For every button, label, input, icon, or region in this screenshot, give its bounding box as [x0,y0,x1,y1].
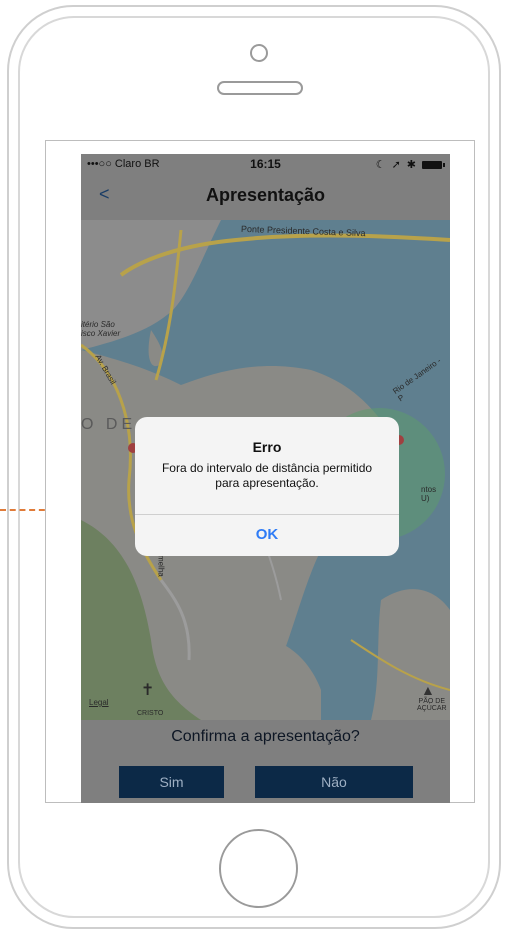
map-label-cristo: CRISTO [137,710,164,717]
map-label-pao: PÃO DE AÇÚCAR [417,698,447,712]
navigation-bar: < Apresentação [81,174,450,220]
ok-button[interactable]: OK [135,514,399,556]
status-bar: •••○○ Claro BR 16:15 ☾ ➚ ✱ [81,154,450,174]
speaker-grill [217,81,303,95]
confirm-panel: Confirma a apresentação? Sim Não [81,720,450,803]
page-title: Apresentação [205,185,326,205]
alert-message: Fora do intervalo de distância permitido… [161,461,373,490]
no-button[interactable]: Não [255,766,413,798]
cristo-icon: ✝ [141,682,155,699]
yes-button[interactable]: Sim [119,766,224,798]
location-icon: ➚ [391,159,401,171]
error-alert-dialog: Erro Fora do intervalo de distância perm… [135,417,399,556]
mountain-icon: ▲ [421,682,435,698]
moon-icon: ☾ [375,159,386,171]
map-label-airport: ntos U) [421,485,437,503]
map-legal-link[interactable]: Legal [89,698,109,707]
map-label-district: O DE [81,416,137,433]
confirm-question: Confirma a apresentação? [171,728,360,745]
home-button[interactable] [219,829,298,908]
battery-icon [422,160,445,169]
status-icons: ☾ ➚ ✱ [375,158,445,171]
map-label-cemetery: itério São isco Xavier [81,320,121,338]
camera-icon [250,44,268,62]
alert-title: Erro [252,439,282,455]
bluetooth-icon: ✱ [406,159,416,171]
